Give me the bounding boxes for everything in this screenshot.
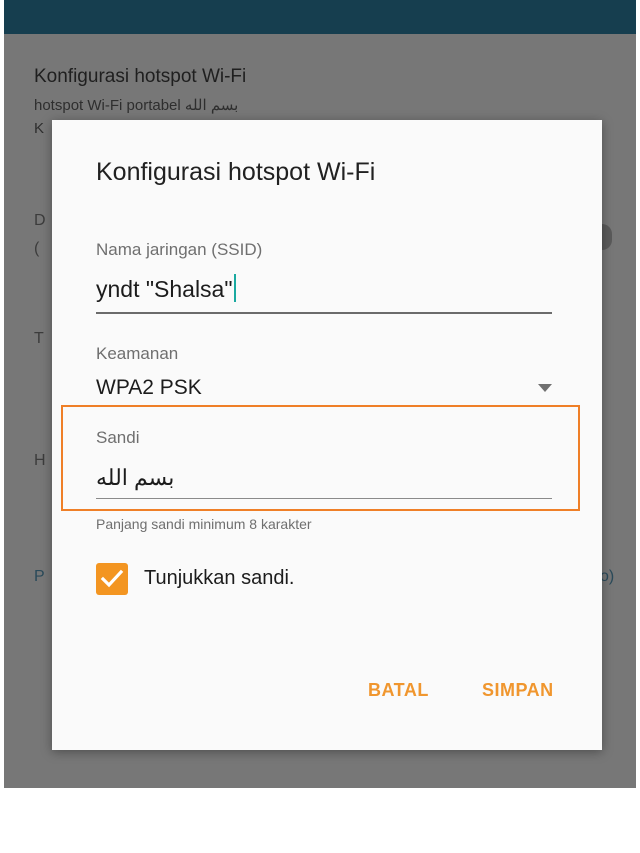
background-setting-title: Konfigurasi hotspot Wi-Fi	[34, 66, 247, 87]
background-text-fragment: K	[34, 120, 45, 137]
background-text-fragment: o)	[600, 568, 615, 585]
security-value: WPA2 PSK	[96, 376, 202, 399]
dropdown-arrow-icon	[538, 384, 552, 392]
background-text-fragment: D	[34, 212, 46, 229]
password-input[interactable]: بسم الله	[96, 458, 552, 499]
password-hint: Panjang sandi minimum 8 karakter	[96, 516, 312, 532]
ssid-input[interactable]: yndt "Shalsa"	[96, 272, 552, 314]
ssid-label: Nama jaringan (SSID)	[96, 240, 263, 259]
background-setting-subtitle: hotspot Wi-Fi portabel بسم الله	[34, 97, 239, 114]
cancel-button[interactable]: BATAL	[368, 680, 429, 701]
save-button[interactable]: SIMPAN	[482, 680, 554, 701]
password-label: Sandi	[96, 428, 140, 447]
ssid-value: yndt "Shalsa"	[96, 276, 233, 302]
hotspot-config-dialog: Konfigurasi hotspot Wi-Fi Nama jaringan …	[52, 120, 602, 750]
password-value: بسم الله	[96, 465, 175, 490]
background-text-fragment: P	[34, 568, 45, 585]
background-text-fragment: H	[34, 452, 46, 469]
checkmark-icon	[100, 569, 124, 588]
app-bar	[4, 0, 636, 34]
phone-screen: Konfigurasi hotspot Wi-Fi hotspot Wi-Fi …	[4, 0, 636, 788]
security-dropdown[interactable]: WPA2 PSK	[96, 372, 552, 406]
dialog-title: Konfigurasi hotspot Wi-Fi	[96, 158, 376, 186]
show-password-label[interactable]: Tunjukkan sandi.	[144, 567, 294, 590]
background-text-fragment: (	[34, 240, 40, 257]
show-password-checkbox[interactable]	[96, 563, 128, 595]
text-cursor	[233, 274, 236, 302]
security-label: Keamanan	[96, 344, 179, 363]
background-text-fragment: T	[34, 330, 44, 347]
